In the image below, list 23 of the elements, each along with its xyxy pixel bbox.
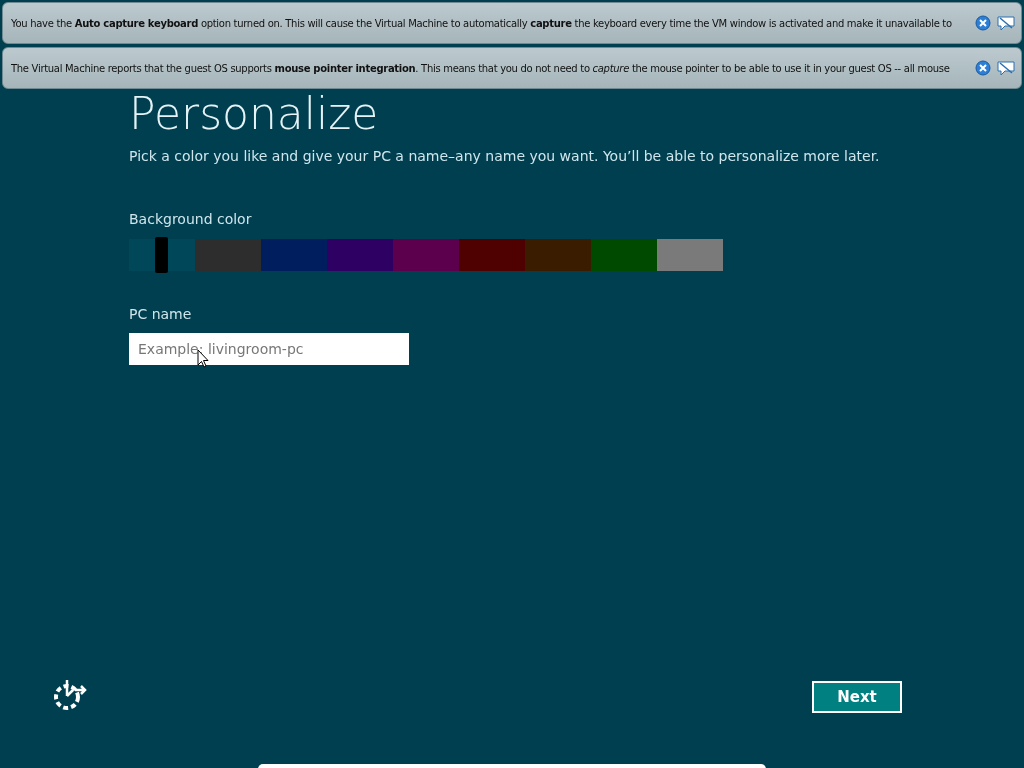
color-swatch[interactable]	[261, 239, 327, 271]
color-swatch[interactable]	[459, 239, 525, 271]
field-label: PC name	[129, 305, 192, 324]
color-swatch[interactable]	[657, 239, 723, 271]
close-icon[interactable]	[975, 15, 991, 31]
color-swatch[interactable]	[591, 239, 657, 271]
color-swatch[interactable]	[327, 239, 393, 271]
color-swatch[interactable]	[393, 239, 459, 271]
description: Pick a color you like and give your PC a name–any name you want. You’ll be able to personalize more later.	[129, 147, 880, 166]
slider-thumb[interactable]	[155, 237, 168, 273]
color-swatch[interactable]	[525, 239, 591, 271]
close-icon[interactable]	[975, 60, 991, 76]
accessibility-icon[interactable]	[52, 678, 88, 712]
speech-bubble-icon[interactable]	[997, 60, 1015, 76]
color-swatch[interactable]	[129, 239, 195, 271]
field-label: Background color	[129, 210, 252, 229]
speech-bubble-icon[interactable]	[997, 15, 1015, 31]
notification-text: You have the Auto capture keyboard option turned on. This will cause the Virtual Machine to automatically capture the keyboard every time the VM window is activated and make it unavailable to	[11, 16, 953, 31]
next-button[interactable]: Next	[812, 681, 902, 713]
page-title: Personalize	[129, 92, 379, 136]
color-swatch[interactable]	[195, 239, 261, 271]
notification-text: The Virtual Machine reports that the guest OS supports mouse pointer integration. This means that you do not need to capture the mouse pointer to be able to use it in your guest OS -- all mouse	[11, 61, 951, 76]
pc-name-field[interactable]: Example: livingroom-pc	[129, 333, 409, 365]
